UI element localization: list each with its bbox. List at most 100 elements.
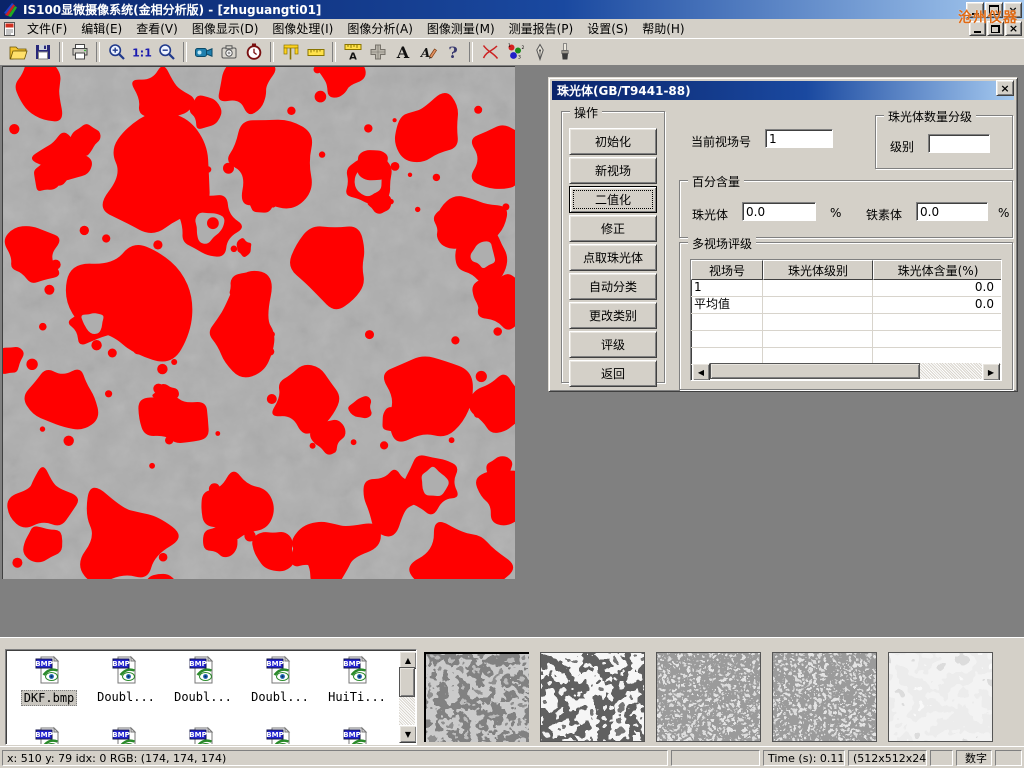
text-edit-button[interactable]: A xyxy=(415,40,440,64)
micrograph-thumbnail-5[interactable] xyxy=(888,652,993,742)
table-row[interactable] xyxy=(691,331,1001,348)
file-item[interactable]: BMPHuiTi... xyxy=(320,655,394,704)
menu-item-9[interactable]: 设置(S) xyxy=(580,18,635,39)
menu-item-3[interactable]: 查看(V) xyxy=(129,18,185,39)
toolbar-separator xyxy=(332,42,336,62)
one-to-one-icon: 1:1 xyxy=(132,42,152,62)
svg-text:BMP: BMP xyxy=(343,660,360,668)
file-item-partial[interactable]: BMP xyxy=(12,726,86,745)
scroll-down-button[interactable]: ▼ xyxy=(399,725,417,743)
file-item[interactable]: BMPDoubl... xyxy=(89,655,163,704)
help-button[interactable]: ? xyxy=(440,40,465,64)
file-item-partial[interactable]: BMP xyxy=(89,726,163,745)
table-row[interactable]: 平均值0.0 xyxy=(691,297,1001,314)
file-item[interactable]: BMPDoubl... xyxy=(166,655,240,704)
status-cursor-info: x: 510 y: 79 idx: 0 RGB: (174, 174, 174) xyxy=(2,750,668,766)
print-button[interactable] xyxy=(67,40,92,64)
timer-button[interactable] xyxy=(241,40,266,64)
menu-item-2[interactable]: 编辑(E) xyxy=(74,18,129,39)
scrollbar-thumb[interactable] xyxy=(710,363,920,379)
svg-text:BMP: BMP xyxy=(189,731,206,739)
pearlite-percent-input[interactable] xyxy=(742,202,816,221)
table-row[interactable] xyxy=(691,314,1001,331)
svg-text:A: A xyxy=(419,46,429,60)
caliper-button[interactable] xyxy=(278,40,303,64)
menu-item-7[interactable]: 图像测量(M) xyxy=(420,18,502,39)
status-empty-3 xyxy=(995,750,1022,766)
multifield-group: 多视场评级 视场号珠光体级别珠光体含量(%)铁素体含量(%) 10.0平均值0.… xyxy=(679,242,1013,390)
file-item-selected[interactable]: BMPDKF.bmp xyxy=(12,655,86,706)
file-name: Doubl... xyxy=(249,690,311,704)
micrograph-thumbnail-4[interactable] xyxy=(772,652,877,742)
micrograph-thumbnail-1[interactable] xyxy=(424,652,529,742)
file-item-partial[interactable]: BMP xyxy=(243,726,317,745)
save-button[interactable] xyxy=(30,40,55,64)
dialog-button-3[interactable]: 二值化 xyxy=(569,186,657,213)
camera-button[interactable] xyxy=(216,40,241,64)
menu-item-6[interactable]: 图像分析(A) xyxy=(340,18,420,39)
menu-item-5[interactable]: 图像处理(I) xyxy=(265,18,340,39)
ruler-button[interactable] xyxy=(303,40,328,64)
text-label-button[interactable]: A xyxy=(390,40,415,64)
current-field-input[interactable] xyxy=(765,129,833,148)
grade-level-input[interactable] xyxy=(928,134,990,153)
file-item-partial[interactable]: BMP xyxy=(320,726,394,745)
scrollbar-track[interactable] xyxy=(710,363,982,379)
scroll-right-button[interactable]: ▶ xyxy=(982,363,1000,381)
classify-balls-button[interactable]: 123 xyxy=(502,40,527,64)
table-column-header[interactable]: 珠光体含量(%) xyxy=(873,260,1002,280)
curve-tool-button[interactable] xyxy=(477,40,502,64)
micrograph-thumbnail-3[interactable] xyxy=(656,652,761,742)
bmp-file-icon: BMP xyxy=(188,655,218,685)
table-cell: 1 xyxy=(691,280,763,296)
menu-item-4[interactable]: 图像显示(D) xyxy=(185,18,266,39)
dialog-button-9[interactable]: 返回 xyxy=(569,360,657,387)
file-name: Doubl... xyxy=(95,690,157,704)
dialog-button-1[interactable]: 初始化 xyxy=(569,128,657,155)
dialog-button-6[interactable]: 自动分类 xyxy=(569,273,657,300)
menu-item-8[interactable]: 测量报告(P) xyxy=(502,18,581,39)
menu-item-1[interactable]: 文件(F) xyxy=(20,18,74,39)
file-item[interactable]: BMPDoubl... xyxy=(243,655,317,704)
svg-text:BMP: BMP xyxy=(266,731,283,739)
ferrite-percent-input[interactable] xyxy=(916,202,988,221)
dialog-title-bar[interactable]: 珠光体(GB/T9441-88) xyxy=(552,81,1014,100)
table-horizontal-scrollbar[interactable]: ◀ ▶ xyxy=(692,363,1000,379)
brush-tool-button[interactable] xyxy=(552,40,577,64)
dialog-button-2[interactable]: 新视场 xyxy=(569,157,657,184)
measure-text-button[interactable]: A xyxy=(340,40,365,64)
micrograph-image[interactable] xyxy=(2,66,515,579)
dialog-button-7[interactable]: 更改类别 xyxy=(569,302,657,329)
table-column-header[interactable]: 视场号 xyxy=(691,260,763,280)
open-file-button[interactable] xyxy=(5,40,30,64)
dialog-button-5[interactable]: 点取珠光体 xyxy=(569,244,657,271)
zoom-in-button[interactable] xyxy=(104,40,129,64)
ferrite-unit: % xyxy=(998,206,1009,220)
thumbnail-image xyxy=(889,653,992,741)
multifield-table[interactable]: 视场号珠光体级别珠光体含量(%)铁素体含量(%) 10.0平均值0.0 ◀ ▶ xyxy=(690,259,1002,381)
dialog-button-8[interactable]: 评级 xyxy=(569,331,657,358)
scroll-left-button[interactable]: ◀ xyxy=(692,363,710,381)
curve-tool-icon xyxy=(480,42,500,62)
table-row[interactable]: 10.0 xyxy=(691,280,1001,297)
grid-cross-button[interactable] xyxy=(365,40,390,64)
table-column-header[interactable]: 珠光体级别 xyxy=(763,260,873,280)
table-cell: 平均值 xyxy=(691,297,763,313)
operation-group-label: 操作 xyxy=(570,104,602,121)
one-to-one-button[interactable]: 1:1 xyxy=(129,40,154,64)
help-icon: ? xyxy=(443,42,463,62)
dialog-close-button[interactable]: × xyxy=(996,80,1014,96)
status-empty-1 xyxy=(671,750,760,766)
file-browser-scrollbar[interactable]: ▲ ▼ xyxy=(399,651,415,743)
zoom-out-button[interactable] xyxy=(154,40,179,64)
video-camera-button[interactable] xyxy=(191,40,216,64)
table-cell xyxy=(763,297,873,313)
dialog-button-4[interactable]: 修正 xyxy=(569,215,657,242)
file-item-partial[interactable]: BMP xyxy=(166,726,240,745)
grade-level-label: 级别 xyxy=(890,138,914,155)
svg-text:BMP: BMP xyxy=(112,731,129,739)
menu-item-10[interactable]: 帮助(H) xyxy=(635,18,691,39)
scrollbar-thumb[interactable] xyxy=(399,667,415,697)
micrograph-thumbnail-2[interactable] xyxy=(540,652,645,742)
pen-tool-button[interactable] xyxy=(527,40,552,64)
